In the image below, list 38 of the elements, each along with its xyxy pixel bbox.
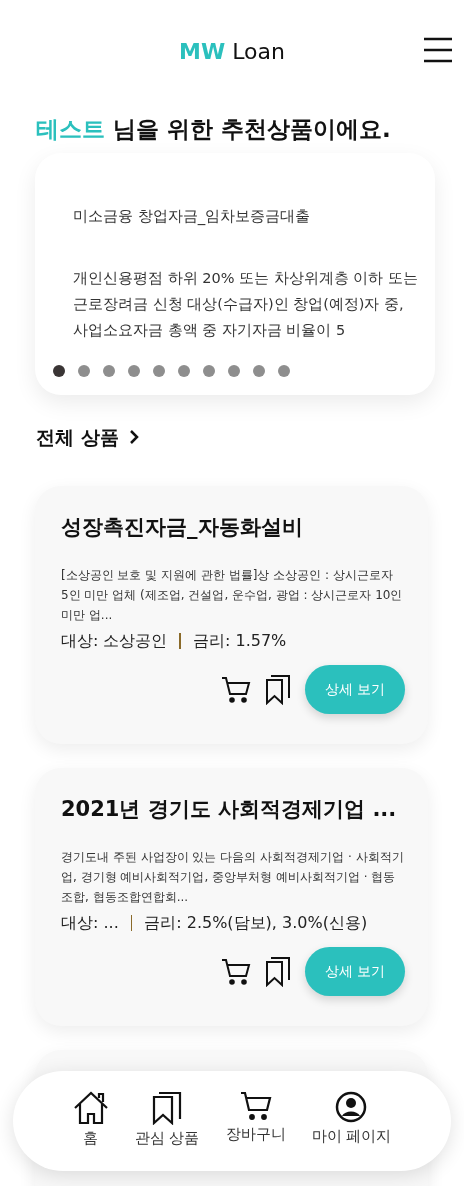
target-text: 대상: 소상공인: [61, 630, 168, 652]
nav-item[interactable]: 홈: [68, 1091, 113, 1171]
carousel-dot[interactable]: [78, 365, 90, 377]
carousel-dot[interactable]: [253, 365, 265, 377]
cart-icon: [239, 1091, 272, 1121]
app-logo[interactable]: MW Loan: [0, 35, 464, 68]
carousel-dot[interactable]: [278, 365, 290, 377]
nav-item[interactable]: 장바구니: [221, 1091, 290, 1171]
carousel-dot[interactable]: [228, 365, 240, 377]
product-description: [소상공인 보호 및 지원에 관한 법률]상 소상공인 : 상시근로자 5인 미만 업체 (제조업, 건설업, 운수업, 광업 : 상시근로자 10인 미만 업...: [61, 567, 404, 624]
recommendation-card[interactable]: 미소금융 창업자금_임차보증금대출 개인신용평점 하위 20% 또는 차상위계층 이하 또는 근로장려금 신청 대상(수급자)인 창업(예정)자 중, 사업소요자금 총액 중 자기자금 비율이 5: [35, 152, 435, 395]
carousel-dot[interactable]: [153, 365, 165, 377]
product-title: 2021년 경기도 사회적경제기업 ...: [61, 795, 398, 823]
carousel-dot[interactable]: [53, 365, 65, 377]
rate-text: 금리: 2.5%(담보), 3.0%(신용): [144, 912, 368, 934]
carousel-dot[interactable]: [128, 365, 140, 377]
cart-icon[interactable]: [221, 675, 251, 704]
carousel-dot[interactable]: [178, 365, 190, 377]
product-description: 개인신용평점 하위 20% 또는 차상위계층 이하 또는 근로장려금 신청 대상(수급자)인 창업(예정)자 중, 사업소요자금 총액 중 자기자금 비율이 5: [73, 269, 419, 340]
product-title: 성장촉진자금_자동화설비: [61, 513, 304, 541]
carousel-dot[interactable]: [203, 365, 215, 377]
product-description: 경기도내 주된 사업장이 있는 다음의 사회적경제기업 · 사회적기업, 경기형 예비사회적기업, 중앙부처형 예비사회적기업 · 협동조합, 협동조합연합회...: [61, 849, 404, 906]
product-title: 미소금융 창업자금_임차보증금대출: [73, 205, 312, 227]
section-link[interactable]: 전체 상품: [36, 423, 119, 452]
bookmarks-icon: [152, 1091, 183, 1125]
target-text: 대상: ...: [61, 912, 119, 934]
carousel-dot[interactable]: [103, 365, 115, 377]
profile-icon: [335, 1091, 368, 1123]
greeting-heading: 테스트 님을 위한 추천상품이에요.: [35, 115, 392, 144]
rate-text: 금리: 1.57%: [193, 630, 287, 652]
chevron-right-icon[interactable]: [128, 429, 139, 446]
menu-icon[interactable]: [424, 37, 452, 63]
bookmarks-icon[interactable]: [265, 674, 291, 705]
nav-item[interactable]: 마이 페이지: [307, 1091, 396, 1171]
nav-item[interactable]: 관심 상품: [130, 1091, 204, 1171]
bookmarks-icon[interactable]: [265, 956, 291, 987]
home-icon: [72, 1091, 109, 1125]
cart-icon[interactable]: [221, 957, 251, 986]
